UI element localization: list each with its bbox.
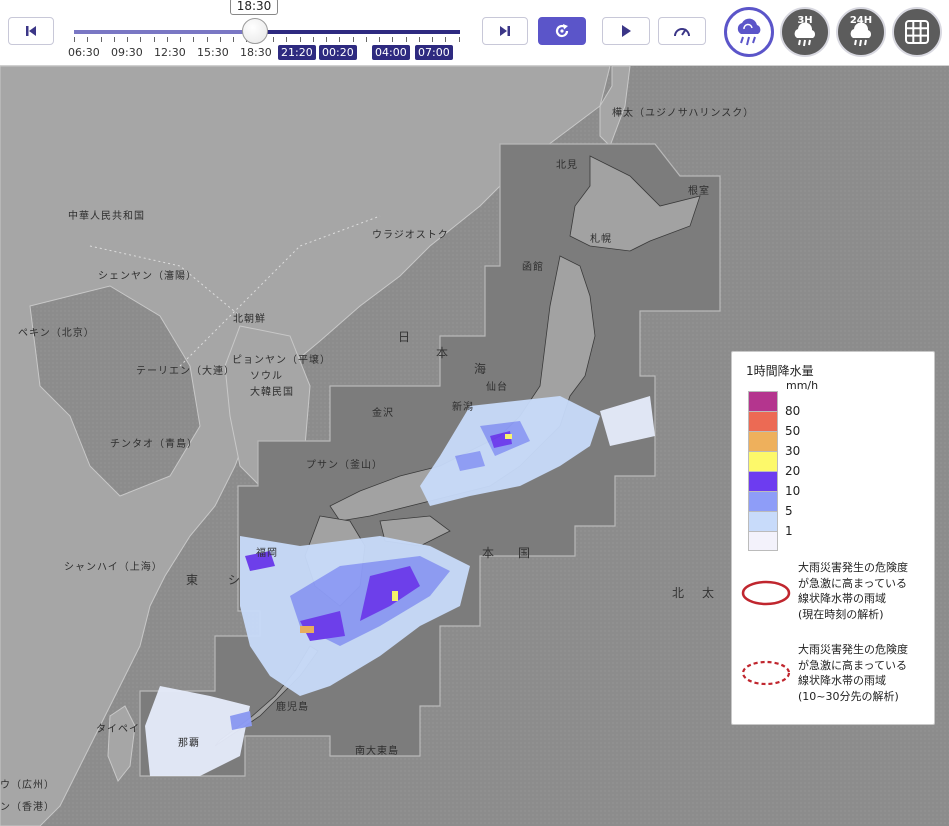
- legend-swatch: [748, 451, 778, 471]
- place-label: シャンハイ（上海）: [64, 562, 163, 573]
- slider-track-future[interactable]: [254, 30, 460, 34]
- place-label: 金沢: [372, 408, 394, 419]
- skip-to-start-icon: [26, 26, 36, 36]
- legend-unit: mm/h: [786, 379, 819, 392]
- skip-to-end-button[interactable]: [482, 17, 528, 45]
- layer-3h-label: 3H: [797, 15, 813, 26]
- legend-level-label: 50: [785, 424, 801, 438]
- legend-level-label: 20: [785, 464, 801, 478]
- time-label: 18:30: [240, 46, 272, 59]
- legend-swatch: [748, 411, 778, 431]
- time-slider[interactable]: 18:30 06:30 09:30 12:30 15:30 18:30 21:2…: [64, 0, 470, 66]
- current-time-tooltip: 18:30: [230, 0, 278, 15]
- cloud-rain-icon: [737, 18, 761, 46]
- legend-level-label: 1: [785, 524, 793, 538]
- sea-label: 本: [436, 346, 455, 360]
- sea-label: 海: [474, 362, 493, 376]
- legend-swatch: [748, 431, 778, 451]
- sea-label: 日: [398, 330, 417, 344]
- current-band-ellipse-icon: [741, 580, 791, 606]
- legend-swatch: [748, 531, 778, 551]
- future-time-label[interactable]: 21:20: [278, 45, 316, 60]
- forecast-band-ellipse-icon: [741, 660, 791, 686]
- slider-track-past[interactable]: [74, 30, 254, 34]
- place-label: 南大東島: [355, 746, 399, 757]
- place-label: ウラジオストク: [372, 230, 449, 241]
- legend-swatch: [748, 511, 778, 531]
- time-label: 12:30: [154, 46, 186, 59]
- layer-rain-3h-button[interactable]: 3H: [780, 7, 830, 57]
- place-label: 福岡: [256, 548, 278, 559]
- place-label: 樺太（ユジノサハリンスク）: [612, 108, 755, 119]
- legend-swatch: [748, 471, 778, 491]
- place-label: チンタオ（青島）: [110, 439, 198, 450]
- place-label: ソウル: [250, 371, 283, 382]
- future-time-label[interactable]: 00:20: [319, 45, 357, 60]
- legend-swatch: [748, 491, 778, 511]
- place-label: 函館: [522, 262, 544, 273]
- sea-label: 東: [186, 573, 205, 587]
- slider-ticks: [74, 37, 460, 42]
- legend-title: 1時間降水量: [746, 364, 814, 378]
- legend-swatch: [748, 391, 778, 411]
- slider-knob[interactable]: [242, 18, 268, 44]
- place-label: 札幌: [590, 234, 612, 245]
- grid-icon: [905, 20, 929, 44]
- speed-button[interactable]: [658, 17, 706, 45]
- play-button[interactable]: [602, 17, 650, 45]
- time-label: 15:30: [197, 46, 229, 59]
- place-label: 鹿児島: [276, 702, 309, 713]
- sea-label: シ: [228, 573, 247, 587]
- layer-24h-label: 24H: [849, 15, 873, 26]
- place-label: ペキン（北京）: [18, 328, 95, 339]
- time-label: 09:30: [111, 46, 143, 59]
- forecast-band-description: 大雨災害発生の危険度 が急激に高まっている 線状降水帯の雨域 (10~30分先の…: [798, 643, 908, 703]
- place-label: 大韓民国: [250, 387, 294, 398]
- future-time-label[interactable]: 04:00: [372, 45, 410, 60]
- skip-to-start-button[interactable]: [8, 17, 54, 45]
- legend-level-label: 30: [785, 444, 801, 458]
- layer-grid-button[interactable]: [892, 7, 942, 57]
- skip-to-end-icon: [500, 26, 510, 36]
- place-label: テーリエン（大連）: [136, 366, 235, 377]
- place-label: シェンヤン（瀋陽）: [98, 271, 197, 282]
- legend-level-label: 5: [785, 504, 793, 518]
- layer-rain-now-button[interactable]: [724, 7, 774, 57]
- place-label: 北朝鮮: [233, 314, 266, 325]
- speedometer-icon: [674, 28, 690, 37]
- refresh-icon: [555, 24, 569, 38]
- place-label: プサン（釜山）: [306, 460, 383, 471]
- place-label: ウ（広州）: [0, 780, 55, 791]
- future-time-label[interactable]: 07:00: [415, 45, 453, 60]
- time-label: 06:30: [68, 46, 100, 59]
- place-label: 那覇: [178, 738, 200, 749]
- current-band-description: 大雨災害発生の危険度 が急激に高まっている 線状降水帯の雨域 (現在時刻の解析): [798, 561, 908, 621]
- place-label: 中華人民共和国: [68, 211, 145, 222]
- toolbar: 18:30 06:30 09:30 12:30 15:30 18:30 21:2…: [0, 0, 949, 66]
- place-label: 新潟: [452, 402, 474, 413]
- sea-label: 太: [702, 586, 721, 600]
- place-label: 根室: [688, 186, 710, 197]
- sea-label: 北: [672, 586, 691, 600]
- place-label: 北見: [556, 160, 578, 171]
- legend-level-label: 80: [785, 404, 801, 418]
- play-icon: [622, 25, 631, 37]
- refresh-button[interactable]: [538, 17, 586, 45]
- sea-label: 本 国: [482, 546, 537, 560]
- place-label: ピョンヤン（平壌）: [232, 355, 331, 366]
- precipitation-legend: 1時間降水量 mm/h 80 50 30 20 10 5 1 大雨災害発生の危険…: [731, 351, 935, 725]
- legend-level-label: 10: [785, 484, 801, 498]
- place-label: ン（香港）: [0, 802, 55, 813]
- place-label: 仙台: [486, 382, 508, 393]
- place-label: タイペイ: [96, 724, 140, 735]
- layer-rain-24h-button[interactable]: 24H: [836, 7, 886, 57]
- legend-color-scale: [748, 391, 778, 551]
